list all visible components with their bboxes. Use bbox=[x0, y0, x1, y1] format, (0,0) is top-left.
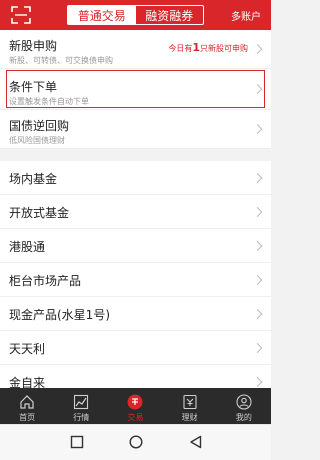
tab-normal-trade[interactable]: 普通交易 bbox=[68, 6, 136, 24]
bottom-tab-bar: 首页 行情 交易 理财 我的 bbox=[0, 388, 271, 424]
chevron-right-icon bbox=[252, 124, 263, 134]
trade-icon bbox=[127, 394, 143, 410]
scan-icon[interactable] bbox=[11, 6, 31, 24]
list-item-hk-connect[interactable]: 港股通 bbox=[0, 229, 271, 263]
chevron-right-icon bbox=[252, 376, 263, 387]
tab-trade[interactable]: 交易 bbox=[108, 388, 162, 424]
user-icon bbox=[236, 394, 252, 410]
trade-menu-list: 新股申购 新股、可转债、可交换债申购 今日有1只新股可申购 条件下单 设置触发条… bbox=[0, 30, 271, 388]
item-title: 金自来 bbox=[9, 376, 46, 388]
tab-finance[interactable]: 理财 bbox=[163, 388, 217, 424]
list-item-tiantianli[interactable]: 天天利 bbox=[0, 331, 271, 365]
item-title: 新股申购 bbox=[9, 39, 58, 53]
tab-market[interactable]: 行情 bbox=[54, 388, 108, 424]
chevron-right-icon bbox=[252, 44, 263, 54]
item-subtitle: 低风险国债理财 bbox=[9, 136, 65, 145]
tab-home[interactable]: 首页 bbox=[0, 388, 54, 424]
item-title: 港股通 bbox=[9, 240, 46, 254]
section-divider bbox=[0, 149, 271, 161]
item-title: 开放式基金 bbox=[9, 206, 70, 220]
item-title: 国债逆回购 bbox=[9, 119, 70, 133]
item-title: 天天利 bbox=[9, 342, 46, 356]
item-title: 柜台市场产品 bbox=[9, 274, 82, 288]
item-subtitle: 设置触发条件自动下单 bbox=[9, 97, 89, 106]
list-item-open-fund[interactable]: 开放式基金 bbox=[0, 195, 271, 229]
home-icon bbox=[20, 395, 34, 409]
chevron-right-icon bbox=[252, 206, 263, 217]
list-item-ipo[interactable]: 新股申购 新股、可转债、可交换债申购 今日有1只新股可申购 bbox=[0, 30, 271, 69]
tab-margin-trade[interactable]: 融资融券 bbox=[136, 6, 204, 24]
list-item-jinzilai[interactable]: 金自来 bbox=[0, 365, 271, 388]
list-item-reverse-repo[interactable]: 国债逆回购 低风险国债理财 bbox=[0, 110, 271, 149]
multi-account-button[interactable]: 多账户 bbox=[231, 8, 261, 23]
item-title: 场内基金 bbox=[9, 172, 58, 186]
chevron-right-icon bbox=[252, 342, 263, 353]
chevron-right-icon bbox=[252, 240, 263, 251]
list-item-conditional-order[interactable]: 条件下单 设置触发条件自动下单 bbox=[0, 69, 271, 110]
chevron-right-icon bbox=[252, 308, 263, 319]
item-title: 现金产品(水星1号) bbox=[9, 308, 110, 322]
list-item-exchange-fund[interactable]: 场内基金 bbox=[0, 161, 271, 195]
tab-mine[interactable]: 我的 bbox=[217, 388, 271, 424]
chart-icon bbox=[74, 394, 89, 410]
item-subtitle: 新股、可转债、可交换债申购 bbox=[9, 56, 113, 65]
system-nav-bar bbox=[0, 424, 271, 460]
trade-mode-switch: 普通交易 融资融券 bbox=[67, 5, 204, 25]
recent-apps-icon[interactable] bbox=[70, 435, 84, 449]
top-bar: 普通交易 融资融券 多账户 bbox=[0, 0, 271, 30]
list-item-otc-products[interactable]: 柜台市场产品 bbox=[0, 263, 271, 297]
tab-label: 首页 bbox=[19, 413, 36, 422]
tab-label: 理财 bbox=[181, 413, 198, 422]
back-triangle-icon[interactable] bbox=[189, 435, 203, 449]
chevron-right-icon bbox=[252, 274, 263, 285]
tab-label: 我的 bbox=[235, 413, 252, 422]
list-item-cash-product[interactable]: 现金产品(水星1号) bbox=[0, 297, 271, 331]
chevron-right-icon bbox=[252, 172, 263, 183]
tab-label: 交易 bbox=[127, 413, 144, 422]
home-circle-icon[interactable] bbox=[129, 435, 143, 449]
item-title: 条件下单 bbox=[9, 80, 58, 94]
ipo-hint: 今日有1只新股可申购 bbox=[168, 41, 248, 54]
finance-icon bbox=[183, 394, 197, 410]
tab-label: 行情 bbox=[73, 413, 90, 422]
